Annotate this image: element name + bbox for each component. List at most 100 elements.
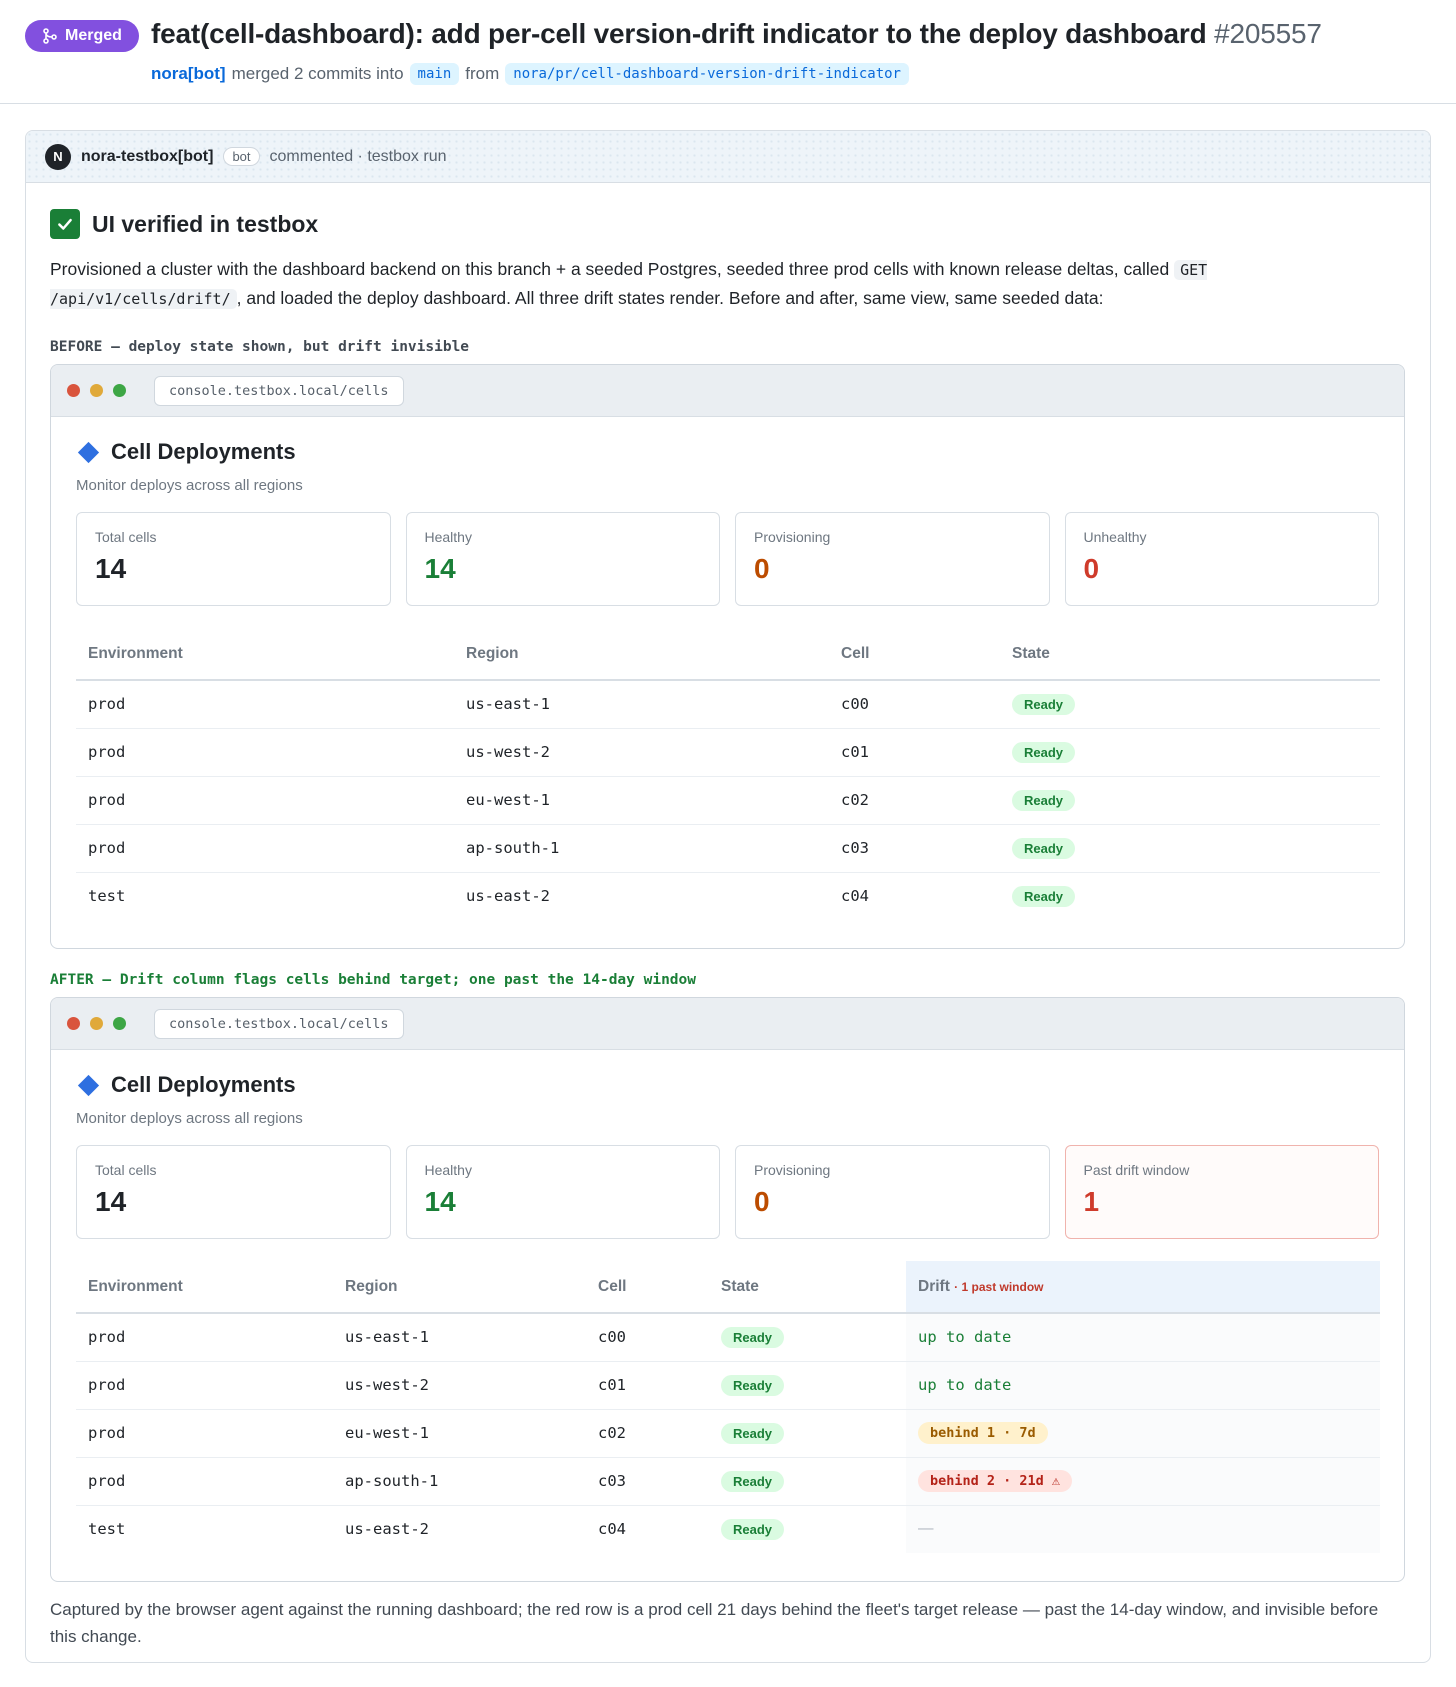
cell-env: prod [76, 728, 454, 777]
cell-region: us-east-2 [345, 1520, 429, 1539]
column-header-state[interactable]: State [1000, 628, 1380, 681]
commenter-name[interactable]: nora-testbox[bot] [81, 148, 213, 166]
stat-card-total: Total cells 14 [76, 1145, 391, 1239]
cell-region: us-west-2 [333, 1361, 586, 1410]
page-title: Cell Deployments [76, 1072, 1379, 1098]
table-row[interactable]: prod us-west-2 c01 Ready [76, 728, 1380, 777]
cell-state: Ready [1000, 680, 1380, 729]
drift-warning-badge: behind 1 · 7d [918, 1422, 1048, 1444]
cell-env: prod [76, 824, 454, 873]
stat-card-healthy: Healthy 14 [405, 1145, 720, 1239]
stat-label: Total cells [95, 1162, 157, 1178]
table-row[interactable]: prod eu-west-1 c02 Ready [76, 776, 1380, 825]
comment-body: UI verified in testbox Provisioned a clu… [26, 209, 1430, 1650]
base-branch[interactable]: main [409, 63, 460, 85]
page-title-text: Cell Deployments [111, 439, 296, 464]
url-bar[interactable]: console.testbox.local/cells [154, 1008, 404, 1039]
dashboard-page: Cell Deployments Monitor deploys across … [51, 1050, 1404, 1581]
stat-value: 1 [1083, 1186, 1100, 1217]
table-row[interactable]: prod us-east-1 c00 Ready up to date [76, 1313, 1380, 1362]
table-row[interactable]: prod us-west-2 c01 Ready up to date [76, 1361, 1380, 1410]
comment-footer: Captured by the browser agent against th… [50, 1600, 1379, 1646]
cell-id: c00 [586, 1313, 709, 1362]
before-screenshot: console.testbox.local/cells Cell Deploym… [50, 364, 1405, 949]
stat-value: 14 [424, 553, 456, 584]
browser-chrome: console.testbox.local/cells [51, 365, 1404, 417]
pr-number: #205557 [1214, 18, 1322, 49]
cell-id: c01 [829, 728, 1000, 777]
diamond-icon [77, 1074, 100, 1096]
table-row[interactable]: prod eu-west-1 c02 Ready behind 1 · 7d [76, 1409, 1380, 1458]
stat-card-healthy: Healthy 14 [405, 512, 720, 606]
status-badge: Ready [721, 1518, 785, 1540]
table-row[interactable]: prod us-east-1 c00 Ready [76, 680, 1380, 729]
table-row[interactable]: test us-east-2 c04 Ready [76, 872, 1380, 920]
cells-table: Environment Region Cell State Drift · 1 … [76, 1261, 1380, 1553]
stat-cards: Total cells 14 Healthy 14 Provisioning 0… [76, 512, 1379, 606]
status-badge: Ready [1012, 693, 1076, 715]
cell-region: ap-south-1 [333, 1457, 586, 1506]
cell-id: c02 [586, 1409, 709, 1458]
cell-state: Ready [709, 1409, 906, 1458]
cell-env: prod [76, 680, 454, 729]
pr-author-link[interactable]: nora[bot] [151, 64, 226, 84]
cell-id: c04 [598, 1520, 626, 1539]
status-badge: Ready [1012, 789, 1076, 811]
cells-table: Environment Region Cell State prod us-ea… [76, 628, 1380, 920]
cell-region: eu-west-1 [333, 1409, 586, 1458]
close-dot-icon [67, 384, 80, 397]
column-header-drift[interactable]: Drift · 1 past window [906, 1261, 1380, 1314]
head-branch[interactable]: nora/pr/cell-dashboard-version-drift-ind… [505, 63, 909, 85]
url-bar[interactable]: console.testbox.local/cells [154, 375, 404, 406]
stat-label: Unhealthy [1083, 529, 1147, 545]
cell-env: prod [76, 1361, 333, 1410]
cell-id: c03 [829, 824, 1000, 873]
column-header-cell[interactable]: Cell [586, 1261, 709, 1314]
column-header-region[interactable]: Region [454, 628, 829, 681]
status-badge: Ready [721, 1326, 785, 1348]
bot-tag: bot [223, 147, 260, 166]
stat-card-provisioning: Provisioning 0 [735, 512, 1050, 606]
column-header-state[interactable]: State [709, 1261, 906, 1314]
column-header-cell[interactable]: Cell [829, 628, 1000, 681]
after-screenshot: console.testbox.local/cells Cell Deploym… [50, 997, 1405, 1582]
drift-past-window-note: · 1 past window [954, 1279, 1044, 1294]
table-row[interactable]: prod ap-south-1 c03 Ready [76, 824, 1380, 873]
comment-meta: commented · testbox run [269, 147, 447, 165]
merged-badge: Merged [25, 20, 139, 52]
cell-id: c03 [586, 1457, 709, 1506]
avatar[interactable]: N [45, 143, 71, 170]
merged-badge-label: Merged [65, 27, 122, 44]
close-dot-icon [67, 1017, 80, 1030]
column-header-environment[interactable]: Environment [76, 628, 454, 681]
table-row[interactable]: prod ap-south-1 c03 Ready behind 2 · 21d… [76, 1457, 1380, 1506]
column-header-region[interactable]: Region [333, 1261, 586, 1314]
before-caption: BEFORE — deploy state shown, but drift i… [50, 339, 470, 355]
cell-state: Ready [1000, 728, 1380, 777]
stat-card-unhealthy: Unhealthy 0 [1064, 512, 1379, 606]
cell-state: Ready [1000, 824, 1380, 873]
drift-none: — [918, 1520, 934, 1538]
cell-env: test [88, 1520, 126, 1539]
drift-header-label: Drift [918, 1277, 950, 1295]
table-row[interactable]: test us-east-2 c04 Ready — [76, 1505, 1380, 1553]
pr-merged-text: merged 2 commits into [231, 64, 404, 83]
cell-region: us-east-2 [466, 887, 550, 906]
comment-header: N nora-testbox[bot] bot commented · test… [26, 131, 1430, 183]
cell-state: Ready [709, 1313, 906, 1362]
cell-drift: behind 2 · 21d ⚠ [906, 1457, 1380, 1506]
drift-status: up to date [918, 1376, 1012, 1394]
column-header-environment[interactable]: Environment [76, 1261, 333, 1314]
maximize-dot-icon [113, 384, 126, 397]
stat-cards: Total cells 14 Healthy 14 Provisioning 0… [76, 1145, 1379, 1239]
cell-region: ap-south-1 [454, 824, 829, 873]
verified-heading: UI verified in testbox [50, 209, 1406, 239]
stat-value: 0 [1083, 553, 1100, 584]
cell-id: c02 [829, 776, 1000, 825]
desc-text-1: Provisioned a cluster with the dashboard… [50, 259, 1175, 279]
verified-title: UI verified in testbox [92, 210, 319, 237]
check-icon [50, 209, 80, 239]
minimize-dot-icon [90, 384, 103, 397]
cell-region: eu-west-1 [454, 776, 829, 825]
stat-label: Healthy [424, 529, 472, 545]
